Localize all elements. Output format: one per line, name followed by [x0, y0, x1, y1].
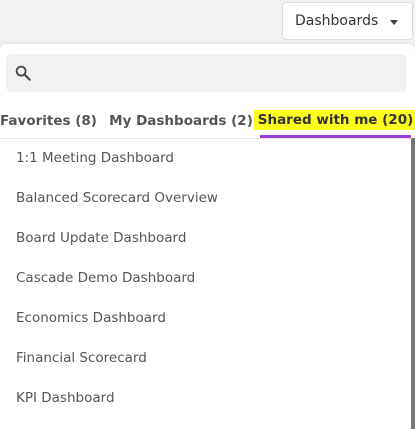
list-item[interactable]: Cascade Demo Dashboard — [0, 258, 411, 298]
list-item[interactable]: Balanced Scorecard Overview — [0, 178, 411, 218]
list-item[interactable]: Economics Dashboard — [0, 298, 411, 338]
tab-my-dashboards-label: My Dashboards (2) — [109, 113, 253, 129]
list-item[interactable]: 1:1 Meeting Dashboard — [0, 138, 411, 178]
dashboards-dropdown-button[interactable]: Dashboards — [282, 2, 413, 40]
dashboard-tabs: Favorites (8) My Dashboards (2) Shared w… — [0, 104, 415, 138]
list-item[interactable]: KPI Dashboard — [0, 378, 411, 418]
list-item[interactable]: Board Update Dashboard — [0, 218, 411, 258]
tab-favorites-label: Favorites (8) — [0, 113, 97, 129]
search-icon — [15, 65, 31, 81]
list-item[interactable]: Financial Scorecard — [0, 338, 411, 378]
caret-down-icon — [390, 20, 398, 25]
search-input[interactable] — [40, 54, 400, 92]
tab-shared-with-me[interactable]: Shared with me (20) — [253, 104, 415, 138]
tab-my-dashboards[interactable]: My Dashboards (2) — [109, 104, 253, 138]
tab-shared-with-me-label: Shared with me (20) — [253, 109, 415, 130]
dashboards-dropdown-label: Dashboards — [295, 13, 379, 29]
dashboards-dropdown-panel: Favorites (8) My Dashboards (2) Shared w… — [0, 44, 415, 429]
tab-favorites[interactable]: Favorites (8) — [0, 104, 97, 138]
search-bar — [6, 54, 407, 92]
dashboard-list: 1:1 Meeting Dashboard Balanced Scorecard… — [0, 138, 411, 429]
list-scrollbar[interactable] — [411, 138, 415, 429]
